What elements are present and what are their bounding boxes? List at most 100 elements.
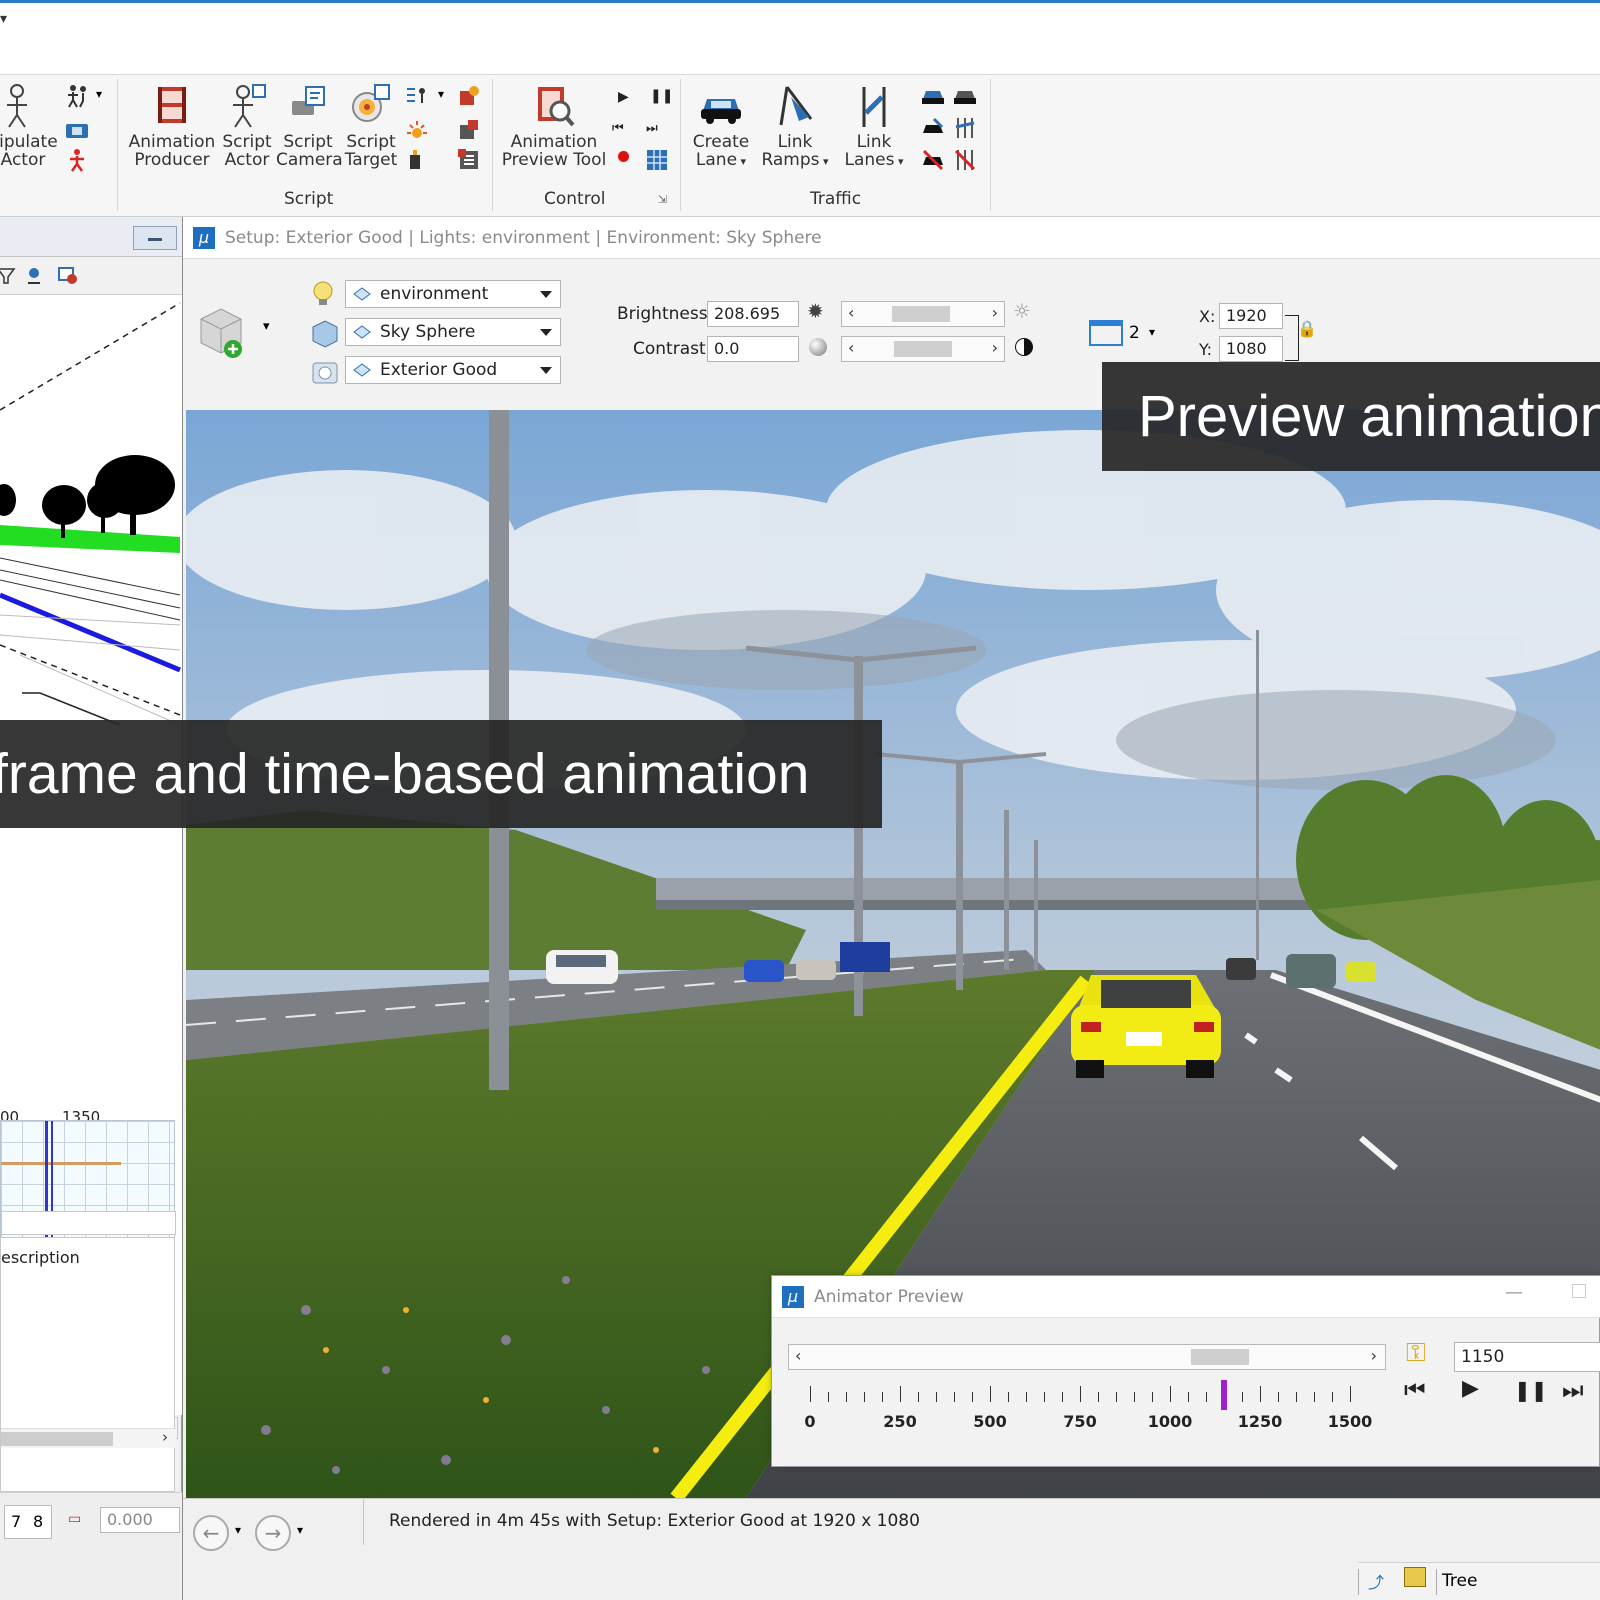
slider-thumb[interactable] [892, 306, 950, 322]
brightness-field[interactable]: 208.695 [707, 301, 799, 327]
red-actor-icon[interactable] [64, 147, 90, 173]
vehicle-add-icon[interactable] [920, 83, 946, 109]
material-script-icon[interactable] [456, 83, 482, 109]
slider-right-icon[interactable]: › [992, 303, 998, 322]
chevron-down-icon[interactable]: ▾ [1149, 325, 1155, 339]
sun-script-icon[interactable] [404, 117, 430, 143]
view-number[interactable]: 2 [1129, 323, 1140, 343]
light-script-icon[interactable] [404, 147, 430, 173]
link-ramps-button[interactable]: Link Ramps ▾ [756, 83, 834, 171]
slider-thumb[interactable] [894, 341, 952, 357]
contrast-field[interactable]: 0.0 [707, 336, 799, 362]
vehicle-delete-icon[interactable] [920, 147, 946, 173]
brightness-light-icon[interactable]: ☼ [1013, 299, 1031, 323]
play-icon[interactable]: ▶ [1462, 1376, 1479, 1401]
contrast-high-icon[interactable] [1015, 338, 1033, 356]
frame-scrollbar[interactable]: ‹ › [788, 1344, 1386, 1370]
scroll-thumb[interactable] [1, 1432, 113, 1446]
brightness-slider[interactable]: ‹ › [841, 301, 1005, 327]
frame-number-field[interactable]: 1150 [1454, 1342, 1600, 1372]
animation-producer-button[interactable]: Animation Producer [126, 83, 218, 169]
scroll-thumb[interactable] [1191, 1349, 1249, 1365]
current-frame-marker[interactable] [1221, 1380, 1227, 1410]
slider-left-icon[interactable]: ‹ [848, 338, 854, 357]
wireframe-view[interactable] [0, 295, 182, 725]
bottom-right-bar: ⤴ Tree [1358, 1562, 1600, 1600]
tree-filter-icon[interactable]: ⤴ [1368, 1569, 1384, 1593]
calendar-icon[interactable]: ▭ [68, 1511, 81, 1527]
script-camera-label-1: Script [283, 132, 333, 152]
y-resolution-field[interactable]: 1080 [1219, 336, 1283, 362]
lights-dropdown[interactable]: environment [345, 280, 561, 308]
walk-actors-icon[interactable] [64, 83, 90, 109]
description-filter-field[interactable] [1, 1211, 176, 1235]
back-button[interactable]: ← [193, 1515, 229, 1551]
menu-caret-icon[interactable]: ▾ [0, 11, 7, 27]
script-group-icon[interactable] [404, 83, 430, 109]
maximize-icon[interactable] [1572, 1284, 1586, 1298]
setup-dropdown-arrow-icon[interactable]: ▾ [263, 319, 270, 334]
ruler-tick [1116, 1392, 1117, 1402]
view-tab-7[interactable]: 7 [11, 1506, 21, 1538]
scroll-right-icon[interactable]: › [162, 1428, 168, 1446]
dropdown-arrow-icon[interactable]: ▾ [96, 87, 102, 101]
contrast-low-icon[interactable] [809, 338, 827, 356]
view-windows-icon[interactable] [56, 265, 80, 287]
scroll-left-icon[interactable]: ‹ [795, 1346, 801, 1365]
dropdown-arrow-icon[interactable]: ▾ [438, 87, 444, 101]
chevron-down-icon[interactable]: ▾ [235, 1523, 241, 1537]
time-value-field[interactable]: 0.000 [100, 1507, 180, 1533]
minimize-button[interactable] [133, 226, 177, 250]
scroll-right-icon[interactable]: › [1371, 1346, 1377, 1365]
script-camera-icon [292, 86, 325, 115]
record-icon[interactable] [618, 151, 629, 162]
minimize-icon[interactable]: — [1505, 1282, 1523, 1303]
lane-settings-icon[interactable] [952, 115, 978, 141]
dialog-launcher-icon[interactable]: ⇲ [658, 193, 667, 206]
script-camera-button[interactable]: Script Camera [276, 83, 343, 169]
contrast-slider[interactable]: ‹ › [841, 336, 1005, 362]
script-target-button[interactable]: Script Target [340, 83, 402, 169]
view-display-icon[interactable] [24, 265, 48, 289]
forward-button[interactable]: → [255, 1515, 291, 1551]
contrast-label: Contrast: [633, 339, 712, 359]
vehicle-modify-icon[interactable] [920, 115, 946, 141]
environment-dropdown[interactable]: Sky Sphere [345, 318, 561, 346]
chevron-down-icon[interactable]: ▾ [297, 1523, 303, 1537]
setup-dropdown[interactable]: Exterior Good [345, 356, 561, 384]
slider-left-icon[interactable]: ‹ [848, 303, 854, 322]
script-actor-button[interactable]: Script Actor [218, 83, 276, 169]
frames-grid-icon[interactable] [644, 147, 670, 173]
add-setup-icon[interactable] [197, 303, 251, 361]
tree-label[interactable]: Tree [1442, 1571, 1477, 1591]
rewind-to-start-icon[interactable]: ⏮ [612, 121, 624, 136]
view-tab-8[interactable]: 8 [33, 1506, 43, 1538]
manipulate-actor-button[interactable]: nipulate Actor [0, 83, 58, 169]
play-icon[interactable]: ▶ [618, 89, 629, 105]
key-icon[interactable]: ⚿ [1406, 1338, 1426, 1369]
camera-actor-icon[interactable] [64, 117, 90, 143]
object-script-icon[interactable] [456, 117, 482, 143]
skip-to-end-icon[interactable]: ⏭ [646, 121, 658, 136]
pause-icon[interactable]: ❚❚ [1514, 1378, 1548, 1402]
keyframe-bar[interactable] [1, 1162, 121, 1165]
pause-icon[interactable]: ❚❚ [650, 88, 673, 104]
create-lane-button[interactable]: Create Lane ▾ [686, 83, 756, 171]
slider-right-icon[interactable]: › [992, 338, 998, 357]
skip-to-end-icon[interactable]: ⏭ [1562, 1376, 1584, 1404]
vehicle-edit-icon[interactable] [952, 83, 978, 109]
lane-delete-icon[interactable] [952, 147, 978, 173]
animation-preview-tool-button[interactable]: Animation Preview Tool [500, 83, 608, 169]
description-column-header[interactable]: escription [1, 1248, 80, 1267]
brightness-dark-icon[interactable]: ✹ [807, 299, 824, 323]
lock-icon[interactable]: 🔒 [1297, 319, 1317, 338]
description-hscroll[interactable]: › [1, 1428, 176, 1448]
report-script-icon[interactable] [456, 147, 482, 173]
view-attributes-icon[interactable] [0, 265, 16, 287]
rewind-to-start-icon[interactable]: ⏮ [1404, 1376, 1426, 1404]
x-resolution-field[interactable]: 1920 [1219, 303, 1283, 329]
frame-ruler[interactable]: 0 250 500 750 1000 1250 1500 [804, 1380, 1372, 1456]
link-lanes-button[interactable]: Link Lanes ▾ [836, 83, 912, 171]
lock-layer-icon[interactable] [1404, 1567, 1426, 1587]
view-window-icon[interactable] [1089, 320, 1123, 346]
